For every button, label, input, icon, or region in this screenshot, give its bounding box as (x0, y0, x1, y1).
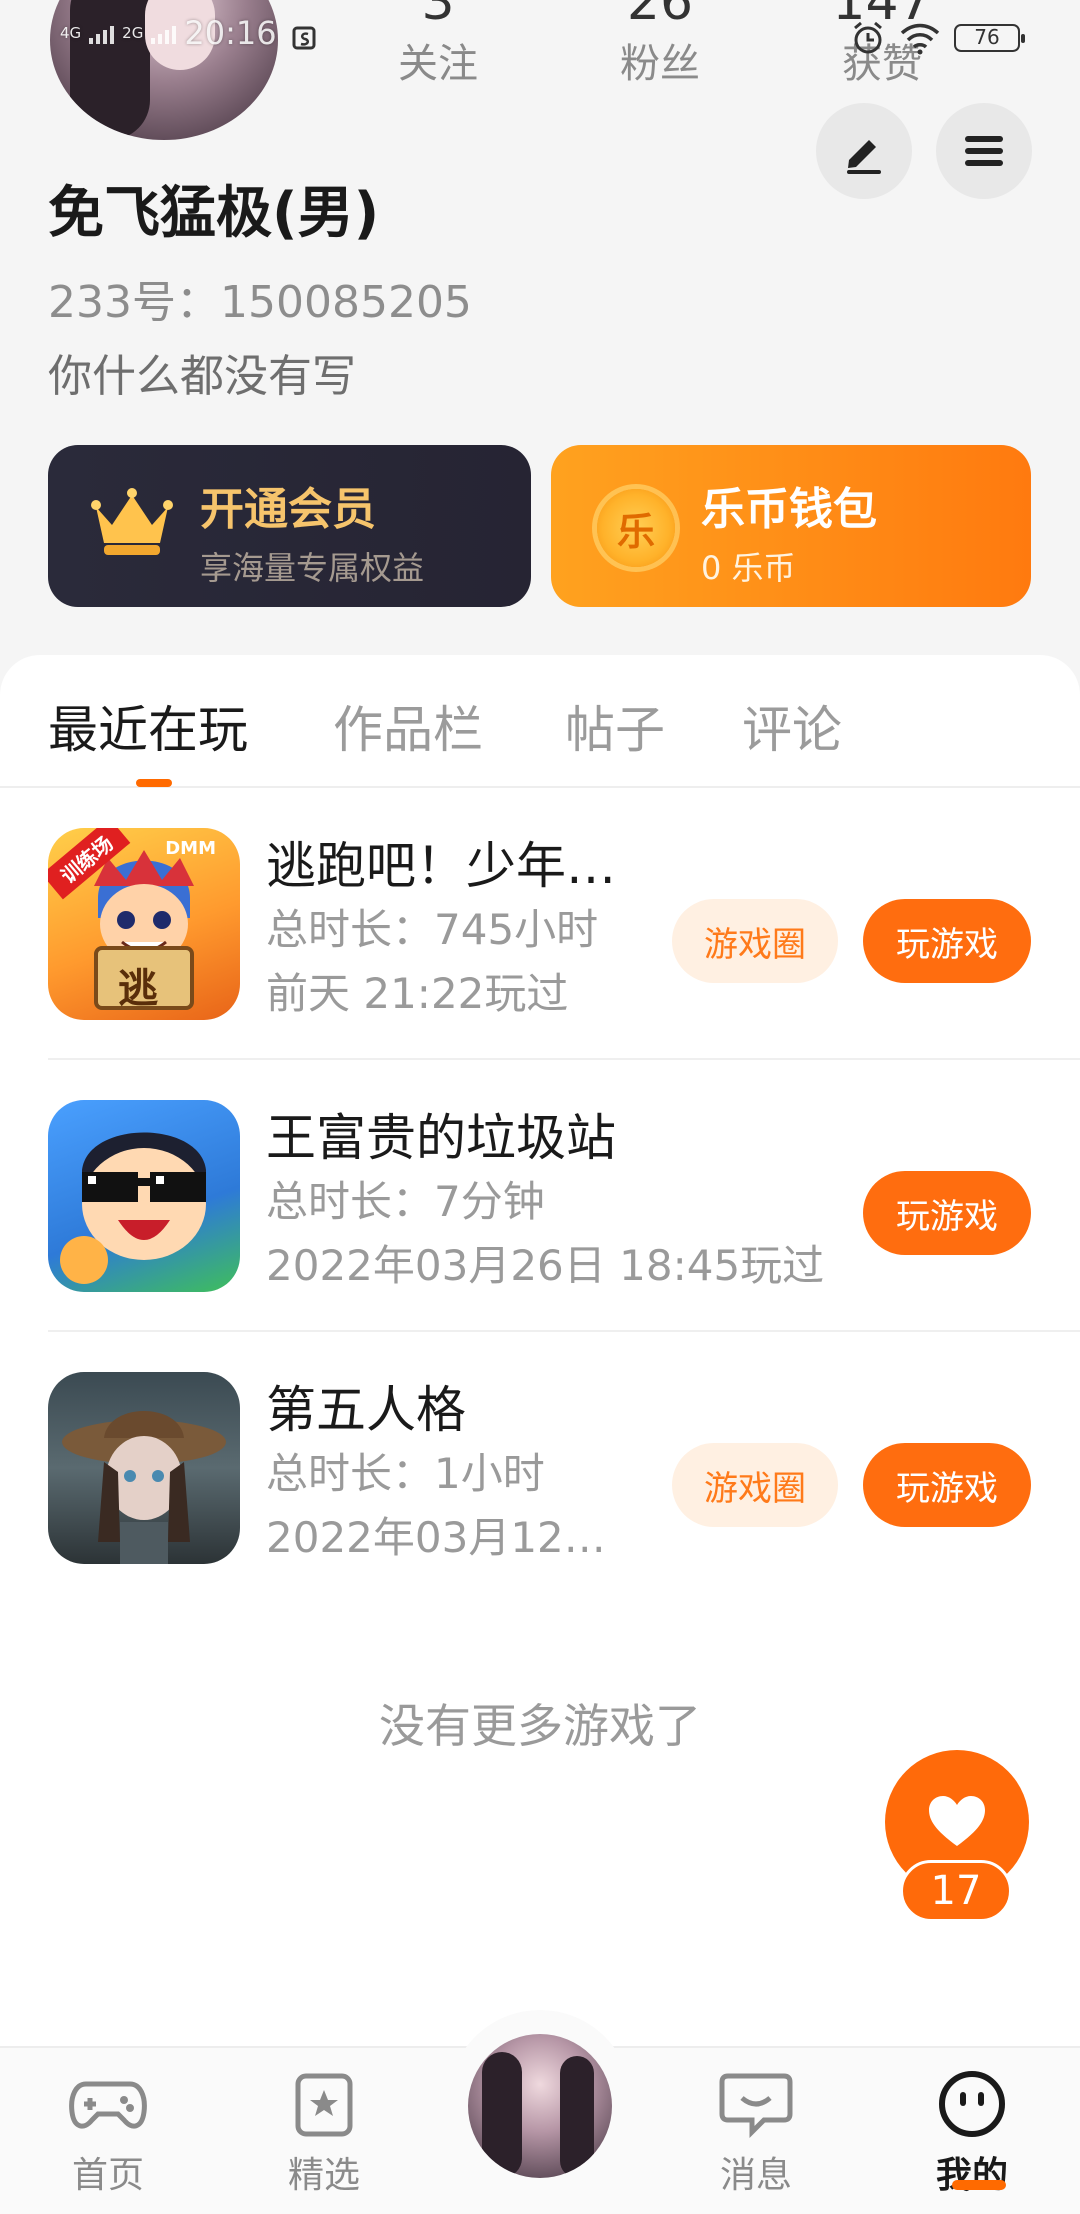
active-tab-indicator (136, 779, 172, 787)
heart-icon (929, 1796, 985, 1846)
network-2g-label: 2G (122, 24, 144, 42)
game-circle-button[interactable]: 游戏圈 (672, 899, 838, 983)
game-icon-identity-v[interactable] (48, 1372, 240, 1564)
nav-label-featured: 精选 (287, 2155, 360, 2196)
profile-bio[interactable]: 你什么都没有写 (48, 340, 356, 404)
nav-label-messages: 消息 (719, 2155, 792, 2196)
nav-center-avatar[interactable] (468, 2034, 612, 2178)
nav-item-home[interactable]: 首页 (38, 2070, 178, 2198)
tab-comments[interactable]: 评论 (742, 690, 842, 762)
nav-item-me[interactable]: 我的 (902, 2070, 1042, 2198)
game-name[interactable]: 逃跑吧！少年… (266, 826, 616, 898)
tab-posts[interactable]: 帖子 (565, 690, 665, 762)
wallet-card-title: 乐币钱包 (701, 484, 877, 535)
network-indicator: 4G (60, 25, 81, 41)
game-row[interactable]: 训练场 DMM 逃 逃跑吧！少年… 总时长：745小时 前天 21:22玩过 游… (48, 788, 1080, 1060)
network-4g-label: 4G (60, 24, 82, 42)
vip-membership-card[interactable]: 开通会员 享海量专属权益 (48, 445, 531, 607)
nav-avatar-hair-right (560, 2056, 594, 2178)
status-time: 20:16 (184, 14, 277, 52)
girl-straw-hat-icon (62, 1411, 226, 1564)
nav-item-messages[interactable]: 消息 (686, 2070, 826, 2198)
content-panel: 最近在玩 作品栏 帖子 评论 训练场 DMM 逃 逃跑吧！少年… 总时长：745… (0, 655, 1080, 2214)
profile-tabs: 最近在玩 作品栏 帖子 评论 (0, 655, 1080, 788)
battery-level: 76 (974, 25, 1000, 49)
status-bar-right: 76 (850, 20, 1025, 56)
game-last-played: 2022年03月26日 18:45玩过 (266, 1241, 825, 1290)
coin-icon: 乐 (597, 489, 675, 567)
nav-item-featured[interactable]: 精选 (254, 2070, 394, 2198)
stat-followers-value: 26 (626, 0, 694, 32)
play-game-button[interactable]: 玩游戏 (863, 1443, 1031, 1527)
nav-label-me: 我的 (935, 2155, 1008, 2196)
edit-profile-button[interactable] (816, 103, 912, 199)
profile-user-id[interactable]: 233号：150085205 (48, 266, 472, 330)
gamepad-icon (69, 2081, 147, 2129)
pencil-icon (847, 140, 881, 174)
cartoon-sunglasses-icon (60, 1132, 206, 1284)
stat-followers-label: 粉丝 (620, 41, 700, 87)
game-last-played: 2022年03月12… (266, 1513, 606, 1562)
battery-icon: 76 (954, 24, 1025, 52)
stat-following-label: 关注 (398, 41, 478, 87)
vip-card-title: 开通会员 (200, 484, 376, 535)
hamburger-menu-icon (965, 136, 1003, 166)
stat-following[interactable]: 3 关注 (368, 0, 508, 94)
play-game-button[interactable]: 玩游戏 (863, 1171, 1031, 1255)
network-2g: 2G (122, 25, 143, 41)
stat-followers[interactable]: 26 粉丝 (590, 0, 730, 94)
screenshot-icon (292, 26, 316, 50)
profile-page: 4G 2G 20:16 3 关注 26 粉丝 147 获赞 76 免飞猛极(男)… (0, 0, 1080, 2214)
message-icon (719, 2073, 793, 2139)
coin-glyph: 乐 (616, 509, 655, 554)
game-name[interactable]: 王富贵的垃圾站 (266, 1098, 616, 1170)
game-icon-escape[interactable]: 训练场 DMM 逃 (48, 828, 240, 1020)
profile-username: 免飞猛极(男) (48, 181, 380, 246)
no-more-games-text: 没有更多游戏了 (379, 1699, 701, 1753)
vip-card-subtitle: 享海量专属权益 (200, 549, 425, 587)
game-icon-tag: 逃 (118, 966, 158, 1012)
game-total-time: 总时长：7分钟 (266, 1177, 545, 1226)
crown-icon (91, 488, 173, 555)
game-icon-junkyard[interactable] (48, 1100, 240, 1292)
status-bar-left: 4G 2G 20:16 (60, 14, 277, 52)
menu-button[interactable] (936, 103, 1032, 199)
game-circle-button[interactable]: 游戏圈 (672, 1443, 838, 1527)
nav-label-home: 首页 (71, 2155, 144, 2196)
play-game-button[interactable]: 玩游戏 (863, 899, 1031, 983)
tab-works[interactable]: 作品栏 (333, 690, 483, 762)
alarm-icon (854, 21, 882, 54)
game-total-time: 总时长：745小时 (266, 905, 599, 954)
smiley-icon (939, 2071, 1005, 2137)
signal-bars-2-icon (151, 22, 177, 44)
nav-active-indicator (952, 2180, 1006, 2190)
game-row[interactable]: 王富贵的垃圾站 总时长：7分钟 2022年03月26日 18:45玩过 玩游戏 (48, 1060, 1080, 1332)
like-count-badge: 17 (900, 1860, 1012, 1922)
wallet-card-subtitle: 0 乐币 (701, 549, 796, 587)
game-icon-brand: DMM (165, 838, 216, 859)
game-row[interactable]: 第五人格 总时长：1小时 2022年03月12… 游戏圈 玩游戏 (48, 1332, 1080, 1604)
signal-bars-icon (89, 22, 115, 44)
nav-avatar-hair-left (482, 2052, 522, 2178)
game-total-time: 总时长：1小时 (266, 1449, 545, 1498)
game-last-played: 前天 21:22玩过 (266, 969, 569, 1018)
wallet-card[interactable]: 乐 乐币钱包 0 乐币 (551, 445, 1031, 607)
wifi-icon (900, 23, 940, 55)
star-bookmark-icon (295, 2073, 353, 2137)
tab-recently-played[interactable]: 最近在玩 (48, 690, 248, 762)
game-name[interactable]: 第五人格 (266, 1370, 466, 1442)
stat-following-value: 3 (421, 0, 455, 32)
